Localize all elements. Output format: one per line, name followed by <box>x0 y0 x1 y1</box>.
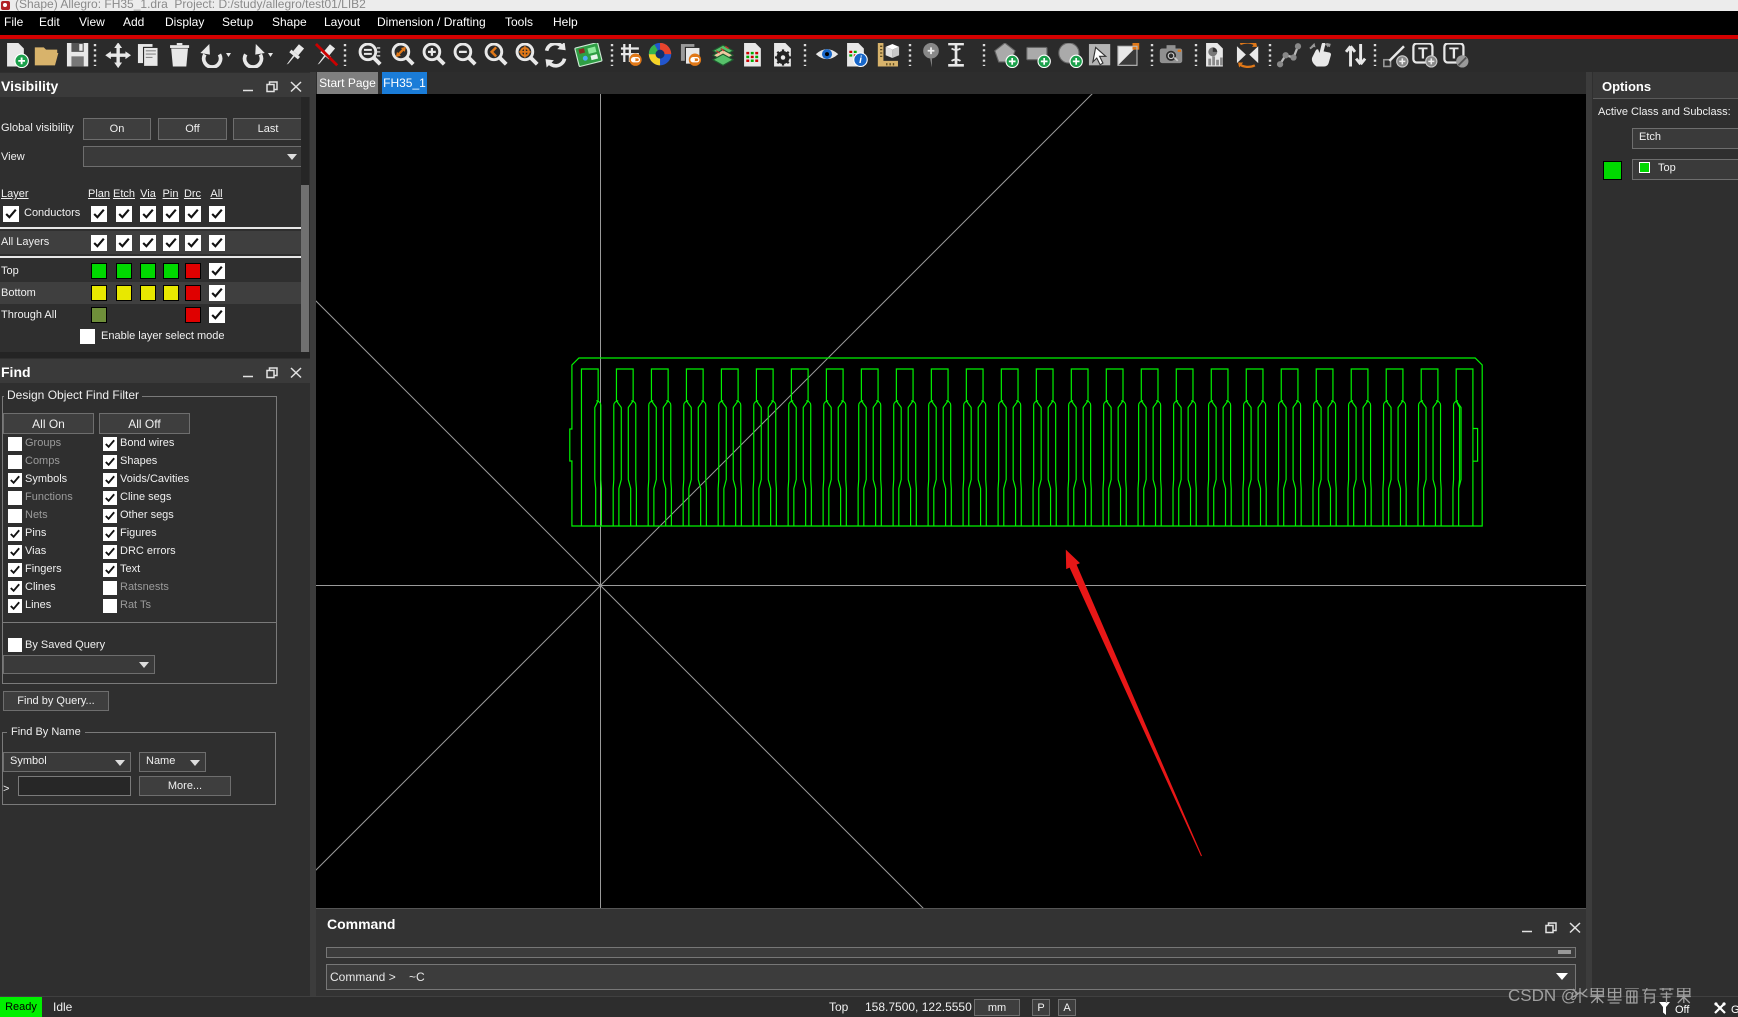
svg-text:i: i <box>859 55 862 66</box>
svg-text:Off: Off <box>1675 1004 1690 1016</box>
svg-text:G: G <box>1731 1004 1738 1016</box>
